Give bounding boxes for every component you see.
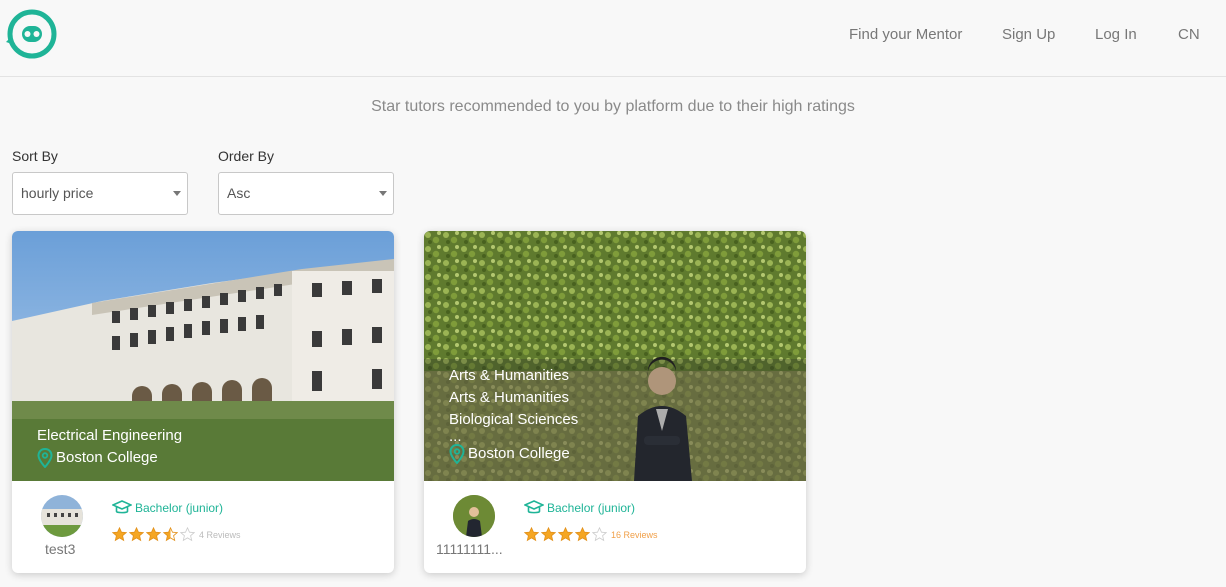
graduation-cap-icon bbox=[524, 500, 544, 514]
cover-text: Electrical Engineering Boston College bbox=[37, 425, 182, 469]
reviews-count: 16 Reviews bbox=[611, 529, 658, 540]
tutor-cover-image: Arts & Humanities Arts & Humanities Biol… bbox=[424, 231, 806, 481]
order-by-label: Order By bbox=[218, 148, 275, 164]
reviews-count: 4 Reviews bbox=[199, 529, 241, 540]
sort-by-label: Sort By bbox=[12, 148, 58, 164]
star-full-icon bbox=[524, 527, 539, 542]
avatar bbox=[453, 495, 495, 537]
star-full-icon bbox=[146, 527, 161, 542]
top-header: Find your Mentor Sign Up Log In CN bbox=[0, 0, 1226, 77]
nav-log-in[interactable]: Log In bbox=[1095, 25, 1137, 45]
subject-label: Biological Sciences bbox=[449, 411, 579, 428]
star-rating: 4 Reviews bbox=[112, 527, 241, 542]
location-pin-icon bbox=[449, 444, 465, 464]
dropdown-arrow-icon bbox=[379, 191, 387, 196]
star-full-icon bbox=[558, 527, 573, 542]
tutor-cover-image: Electrical Engineering Boston College bbox=[12, 231, 394, 481]
nav-find-mentor[interactable]: Find your Mentor bbox=[849, 25, 962, 45]
school-line: Boston College bbox=[449, 443, 578, 465]
star-full-icon bbox=[541, 527, 556, 542]
star-rating: 16 Reviews bbox=[524, 527, 658, 542]
star-full-icon bbox=[129, 527, 144, 542]
graduation-cap-icon bbox=[112, 500, 132, 514]
star-half-icon bbox=[163, 527, 178, 542]
cover-text: Arts & Humanities Arts & Humanities Biol… bbox=[449, 365, 578, 465]
sort-by-select[interactable]: hourly price bbox=[12, 172, 188, 215]
order-by-value: Asc bbox=[227, 185, 251, 201]
degree-line: Bachelor (junior) bbox=[112, 500, 223, 516]
degree-text: Bachelor (junior) bbox=[135, 501, 224, 515]
star-full-icon bbox=[112, 527, 127, 542]
school-name: Boston College bbox=[56, 449, 158, 466]
page-headline: Star tutors recommended to you by platfo… bbox=[371, 98, 855, 115]
subject-label: Arts & Humanities bbox=[449, 367, 570, 384]
star-empty-icon bbox=[592, 527, 607, 542]
order-by-select[interactable]: Asc bbox=[218, 172, 394, 215]
school-line: Boston College bbox=[37, 447, 182, 469]
sort-by-value: hourly price bbox=[21, 185, 94, 201]
degree-text: Bachelor (junior) bbox=[547, 501, 636, 515]
degree-line: Bachelor (junior) bbox=[524, 500, 635, 516]
subject-more: ... bbox=[449, 428, 462, 445]
card-footer: test3 Bachelor (junior) 4 Reviews bbox=[12, 481, 394, 573]
card-footer: 11111111... Bachelor (junior) 16 Reviews bbox=[424, 481, 806, 573]
cover-overlay: Electrical Engineering Boston College bbox=[12, 419, 394, 481]
tutor-name: test3 bbox=[45, 541, 76, 557]
tutor-card[interactable]: Electrical Engineering Boston College te… bbox=[12, 231, 394, 573]
cover-overlay: Arts & Humanities Arts & Humanities Biol… bbox=[424, 359, 806, 481]
star-full-icon bbox=[575, 527, 590, 542]
avatar bbox=[41, 495, 83, 537]
location-pin-icon bbox=[37, 448, 53, 468]
tutor-name: 11111111... bbox=[436, 541, 503, 557]
subject-label: Arts & Humanities bbox=[449, 389, 570, 406]
nav-language-cn[interactable]: CN bbox=[1178, 25, 1200, 45]
logo-icon[interactable] bbox=[6, 8, 58, 60]
school-name: Boston College bbox=[468, 445, 570, 462]
subject-label: Electrical Engineering bbox=[37, 427, 183, 444]
star-empty-icon bbox=[180, 527, 195, 542]
dropdown-arrow-icon bbox=[173, 191, 181, 196]
nav-sign-up[interactable]: Sign Up bbox=[1002, 25, 1055, 45]
tutor-card[interactable]: Arts & Humanities Arts & Humanities Biol… bbox=[424, 231, 806, 573]
